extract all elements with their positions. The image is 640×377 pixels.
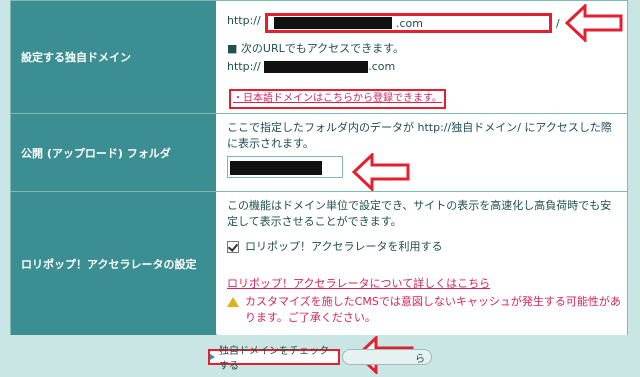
accelerator-warning-text: カスタマイズを施したCMSでは意図しないキャッシュが発生する可能性があります。ご… bbox=[245, 295, 621, 324]
accelerator-warning: カスタマイズを施したCMSでは意図しないキャッシュが発生する可能性があります。ご… bbox=[227, 294, 627, 326]
alt-url-note: ■ 次のURLでもアクセスできます。 bbox=[227, 42, 405, 55]
domain-settings-form: 設定する独自ドメイン http:// .com / ■ 次のURLでもアクセスで… bbox=[10, 0, 628, 335]
masked-domain-value bbox=[274, 17, 392, 29]
folder-description: ここで指定したフォルダ内のデータが http://独自ドメイン/ にアクセスした… bbox=[227, 121, 612, 150]
domain-row: 設定する独自ドメイン http:// .com / ■ 次のURLでもアクセスで… bbox=[11, 1, 627, 113]
jp-domain-register-link[interactable]: ・日本語ドメインはこちらから登録できます。 bbox=[229, 89, 446, 109]
accelerator-label: ロリポップ！アクセラレータの設定 bbox=[11, 192, 216, 335]
warning-icon bbox=[227, 297, 239, 307]
domain-prefix: http:// bbox=[227, 14, 261, 27]
check-domain-button-label: 独自ドメインをチェックする bbox=[219, 346, 329, 372]
masked-alt-domain bbox=[264, 61, 369, 73]
domain-url-line: http:// bbox=[227, 13, 261, 29]
arrow-domain-icon bbox=[565, 4, 623, 42]
arrow-folder-icon bbox=[352, 153, 410, 191]
accelerator-checkbox[interactable] bbox=[227, 241, 239, 253]
accelerator-checkbox-label: ロリポップ！アクセラレータを利用する bbox=[245, 240, 443, 253]
domain-suffix: .com bbox=[396, 17, 423, 30]
masked-folder-value bbox=[230, 161, 322, 175]
folder-cell: ここで指定したフォルダ内のデータが http://独自ドメイン/ にアクセスした… bbox=[217, 114, 627, 192]
play-icon bbox=[210, 354, 215, 360]
folder-input[interactable] bbox=[227, 156, 343, 178]
secondary-button[interactable]: ら bbox=[342, 349, 432, 365]
accelerator-detail-link[interactable]: ロリポップ！アクセラレータについて詳しくはこちら bbox=[227, 276, 490, 292]
accelerator-checkbox-row[interactable]: ロリポップ！アクセラレータを利用する bbox=[227, 239, 442, 255]
accelerator-row: ロリポップ！アクセラレータの設定 この機能はドメイン単位で設定でき、サイトの表示… bbox=[11, 191, 627, 335]
domain-trailing-slash: / bbox=[556, 17, 560, 30]
folder-label: 公開 (アップロード) フォルダ bbox=[11, 114, 216, 192]
check-domain-button[interactable]: 独自ドメインをチェックする bbox=[208, 346, 340, 372]
domain-label: 設定する独自ドメイン bbox=[11, 1, 216, 113]
folder-row: 公開 (アップロード) フォルダ ここで指定したフォルダ内のデータが http:… bbox=[11, 113, 627, 192]
accelerator-cell: この機能はドメイン単位で設定でき、サイトの表示を高速化し高負荷時でも安定して表示… bbox=[217, 192, 627, 335]
alt-url: http:// .com bbox=[227, 60, 396, 73]
domain-input[interactable]: .com bbox=[265, 13, 552, 33]
accelerator-description: この機能はドメイン単位で設定でき、サイトの表示を高速化し高負荷時でも安定して表示… bbox=[227, 199, 612, 228]
